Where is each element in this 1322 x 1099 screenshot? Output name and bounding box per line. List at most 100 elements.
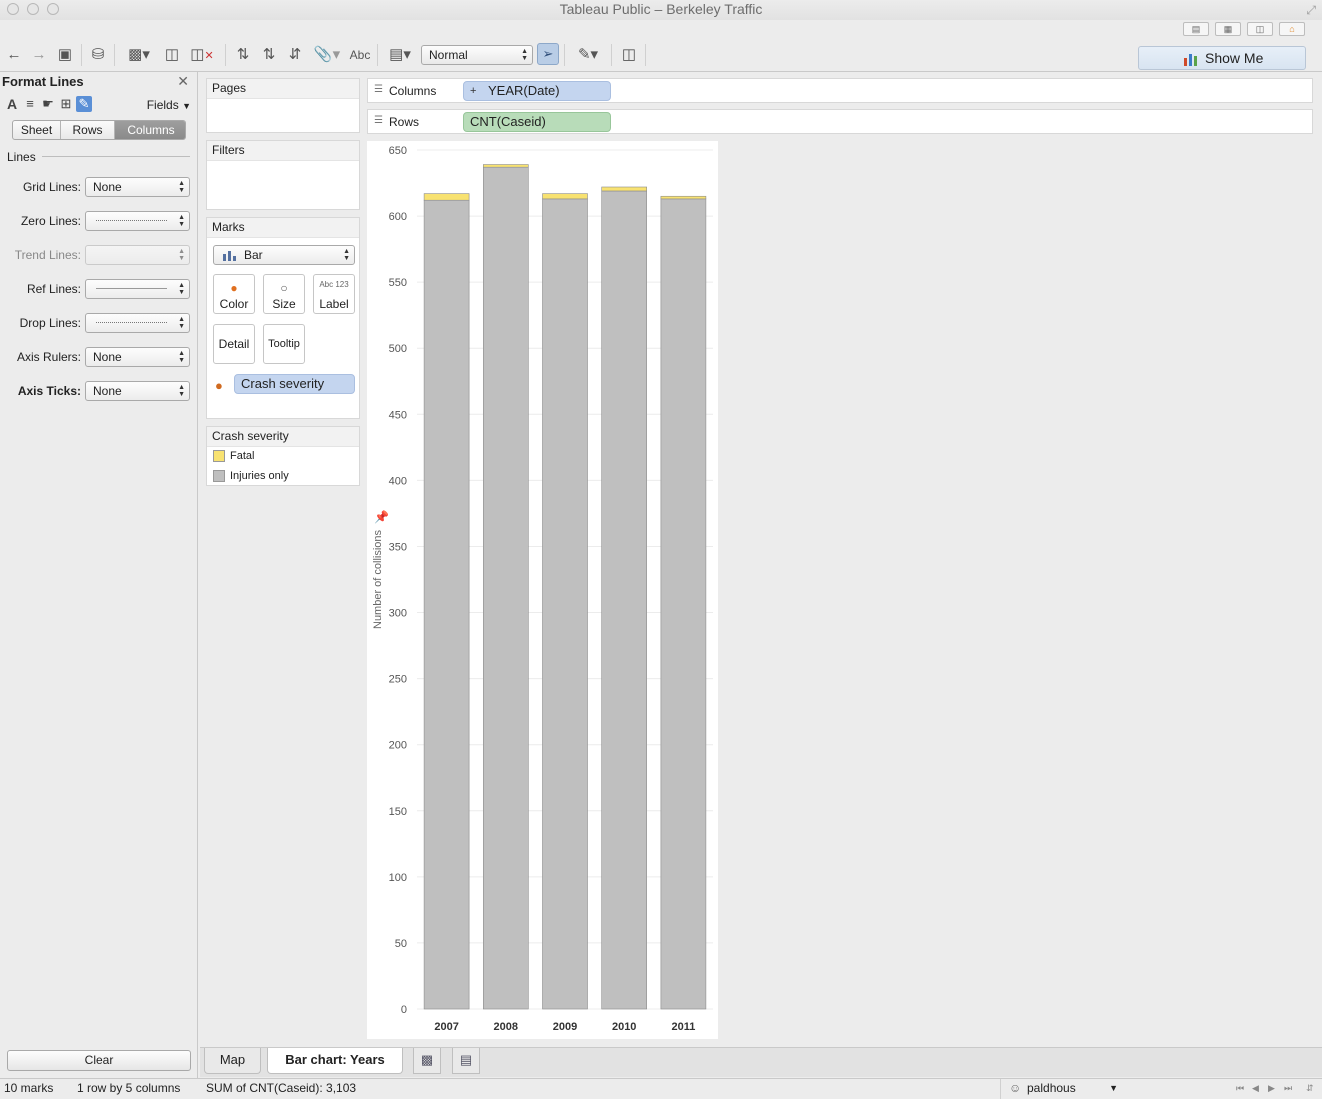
duplicate-icon[interactable]: ◫: [162, 46, 182, 64]
last-page-icon[interactable]: ⏭: [1284, 1079, 1292, 1098]
show-labels-icon[interactable]: Abc: [348, 46, 372, 64]
detail-button[interactable]: Detail: [213, 324, 255, 364]
updown-icon[interactable]: ⇵: [1306, 1079, 1314, 1098]
sheet-sorter-icon[interactable]: ▦: [1215, 22, 1241, 36]
y-tick-label: 400: [389, 475, 407, 487]
x-tick-label: 2007: [434, 1021, 458, 1033]
format-row-select[interactable]: ▲ ▼: [85, 313, 190, 333]
clear-button[interactable]: Clear: [7, 1050, 191, 1071]
updown-icon: ▲ ▼: [343, 248, 350, 262]
clear-sheet-icon[interactable]: ◫✕: [186, 46, 218, 64]
crash-severity-pill[interactable]: Crash severity: [234, 374, 355, 394]
rows-shelf[interactable]: ☰ Rows CNT(Caseid): [367, 109, 1313, 134]
pin-icon[interactable]: ➢: [537, 43, 559, 65]
present-icon[interactable]: ◫: [619, 46, 639, 64]
tab-rows[interactable]: Rows: [61, 121, 115, 139]
tab-bar-chart-years[interactable]: Bar chart: Years: [267, 1048, 403, 1074]
swap-icon[interactable]: ⇅: [233, 46, 253, 64]
format-row-value: None: [93, 180, 122, 194]
legend-item-fatal[interactable]: Fatal: [213, 449, 254, 463]
fit-select[interactable]: Normal ▲ ▼: [421, 45, 533, 65]
cnt-caseid-pill[interactable]: CNT(Caseid): [463, 112, 611, 132]
prev-page-icon[interactable]: ◀: [1252, 1079, 1259, 1098]
datasource-icon[interactable]: ⛁: [89, 46, 107, 64]
forward-icon[interactable]: →: [30, 46, 48, 64]
section-heading: Lines: [7, 150, 36, 164]
axis-pin-icon[interactable]: 📌: [374, 510, 389, 524]
tooltip-button[interactable]: Tooltip: [263, 324, 305, 364]
mark-type-value: Bar: [244, 248, 263, 262]
format-row-select[interactable]: None ▲ ▼: [85, 177, 190, 197]
size-label: Size: [272, 297, 296, 311]
minimize-window-button[interactable]: [27, 3, 39, 15]
year-date-pill[interactable]: + YEAR(Date): [463, 81, 611, 101]
close-icon[interactable]: ✕: [177, 73, 189, 90]
expand-icon[interactable]: +: [470, 82, 476, 100]
fields-label: Fields: [146, 98, 179, 112]
line-style-preview: [96, 220, 167, 221]
next-page-icon[interactable]: ▶: [1268, 1079, 1275, 1098]
sort-descending-icon[interactable]: ⇵: [285, 46, 305, 64]
format-row-label: Axis Ticks:: [17, 384, 81, 398]
fullscreen-icon[interactable]: ⤢: [1306, 3, 1316, 18]
format-row-select[interactable]: None ▲ ▼: [85, 347, 190, 367]
pages-card-title: Pages: [207, 79, 359, 99]
save-icon[interactable]: ▣: [56, 46, 74, 64]
font-icon[interactable]: A: [4, 96, 20, 112]
show-tabs-icon[interactable]: ▤: [1183, 22, 1209, 36]
rows-shelf-label: Rows: [389, 115, 420, 129]
home-icon[interactable]: ⌂: [1279, 22, 1305, 36]
y-axis-title: Number of collisions: [372, 529, 384, 629]
line-style-preview: [96, 288, 167, 289]
sort-ascending-icon[interactable]: ⇅: [259, 46, 279, 64]
color-label: Color: [219, 297, 249, 311]
tab-sheet[interactable]: Sheet: [13, 121, 61, 139]
format-row-select[interactable]: ▲ ▼: [85, 279, 190, 299]
highlight-icon[interactable]: ✎▾: [572, 46, 604, 64]
user-icon: ☺: [1009, 1081, 1022, 1095]
borders-icon[interactable]: ⊞: [58, 96, 74, 112]
lines-icon[interactable]: ✎: [76, 96, 92, 112]
label-button[interactable]: Abc 123 Label: [313, 274, 355, 314]
columns-shelf[interactable]: ☰ Columns + YEAR(Date): [367, 78, 1313, 103]
format-row-select[interactable]: ▲ ▼: [85, 211, 190, 231]
format-row-label: Axis Rulers:: [16, 350, 81, 364]
format-row-label: Ref Lines:: [26, 282, 81, 296]
first-page-icon[interactable]: ⏮: [1236, 1079, 1244, 1098]
filmstrip-icon[interactable]: ◫: [1247, 22, 1273, 36]
format-scope-tabs: Sheet Rows Columns: [12, 120, 186, 140]
tab-columns[interactable]: Columns: [115, 121, 185, 139]
legend-swatch-injuries: [213, 470, 225, 482]
size-button[interactable]: ○ Size: [263, 274, 305, 314]
status-marks: 10 marks: [4, 1081, 54, 1095]
color-button[interactable]: ● Color: [213, 274, 255, 314]
pages-card[interactable]: Pages: [206, 78, 360, 133]
new-worksheet-tab-icon[interactable]: ▩: [413, 1048, 441, 1074]
tab-map[interactable]: Map: [204, 1048, 261, 1074]
format-row-select[interactable]: None ▲ ▼: [85, 381, 190, 401]
group-icon[interactable]: 📎▾: [311, 46, 343, 64]
filters-card[interactable]: Filters: [206, 140, 360, 210]
alignment-icon[interactable]: ≡: [22, 96, 38, 112]
shading-icon[interactable]: ☛: [40, 96, 56, 112]
color-encoding-icon: ●: [215, 378, 223, 393]
marks-card-title: Marks: [207, 218, 359, 238]
user-dropdown[interactable]: ☺ paldhous ▼: [1000, 1079, 1126, 1099]
new-worksheet-icon[interactable]: ▩▾: [123, 46, 155, 64]
legend-title[interactable]: Crash severity: [207, 427, 359, 447]
new-dashboard-tab-icon[interactable]: ▤: [452, 1048, 480, 1074]
show-me-button[interactable]: Show Me: [1138, 46, 1306, 70]
bar-segment-fatal: [542, 193, 588, 200]
close-window-button[interactable]: [7, 3, 19, 15]
mark-type-select[interactable]: Bar ▲ ▼: [213, 245, 355, 265]
x-tick-label: 2008: [494, 1021, 518, 1033]
back-icon[interactable]: ←: [5, 46, 23, 64]
y-tick-label: 550: [389, 277, 407, 289]
presentation-icon[interactable]: ▤▾: [384, 46, 416, 64]
user-name: paldhous: [1027, 1081, 1076, 1095]
zoom-window-button[interactable]: [47, 3, 59, 15]
fields-dropdown[interactable]: Fields ▼: [147, 98, 191, 112]
format-panel-title: Format Lines: [2, 74, 84, 89]
fit-value: Normal: [429, 48, 468, 62]
legend-item-injuries[interactable]: Injuries only: [213, 469, 289, 483]
